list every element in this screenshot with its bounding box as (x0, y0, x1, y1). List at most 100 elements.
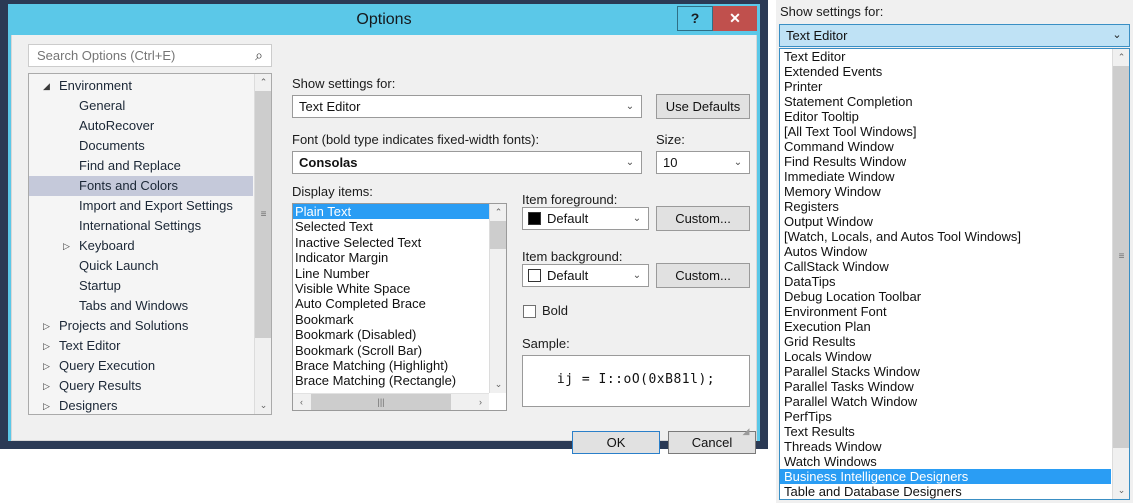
tree-item[interactable]: Quick Launch (29, 256, 253, 276)
display-items-vertical-scrollbar[interactable]: ⌃ ⌄ (489, 204, 506, 393)
tree-scroll-down-icon[interactable]: ⌄ (255, 397, 271, 414)
resize-grip-icon[interactable]: ◢ (740, 425, 752, 437)
hscroll-left-icon[interactable]: ‹ (293, 394, 310, 410)
right-scroll-down-icon[interactable]: ⌄ (1113, 482, 1129, 499)
right-dropdown-item[interactable]: Statement Completion (780, 94, 1111, 109)
display-item-row[interactable]: Brace Matching (Highlight) (293, 358, 489, 373)
expand-arrow-closed-icon[interactable]: ▷ (63, 236, 75, 256)
right-dropdown-item[interactable]: Execution Plan (780, 319, 1111, 334)
item-background-custom-button[interactable]: Custom... (656, 263, 750, 288)
right-dropdown-item[interactable]: Grid Results (780, 334, 1111, 349)
display-item-row[interactable]: Line Number (293, 266, 489, 281)
tree-vertical-scrollbar[interactable]: ⌃ ≡ ⌄ (254, 74, 271, 414)
expand-arrow-closed-icon[interactable]: ▷ (43, 396, 55, 414)
expand-arrow-closed-icon[interactable]: ▷ (43, 376, 55, 396)
tree-item[interactable]: Tabs and Windows (29, 296, 253, 316)
right-dropdown-list[interactable]: Text Editor Extended Events Printer Stateme… (779, 48, 1130, 500)
right-dropdown-item[interactable]: DataTips (780, 274, 1111, 289)
display-item-row[interactable]: Auto Completed Brace (293, 296, 489, 311)
display-item-row[interactable]: Brace Matching (Rectangle) (293, 373, 489, 388)
right-dropdown-item[interactable]: CallStack Window (780, 259, 1111, 274)
right-dropdown-item[interactable]: Autos Window (780, 244, 1111, 259)
right-dropdown-item[interactable]: Parallel Stacks Window (780, 364, 1111, 379)
right-dropdown-item[interactable]: Editor Tooltip (780, 109, 1111, 124)
hscroll-thumb[interactable]: ||| (311, 394, 451, 410)
expand-arrow-closed-icon[interactable]: ▷ (43, 356, 55, 376)
hscroll-right-icon[interactable]: › (472, 394, 489, 410)
right-dropdown-item[interactable]: PerfTips (780, 409, 1111, 424)
right-dropdown-item[interactable]: Text Results (780, 424, 1111, 439)
item-background-combobox[interactable]: Default ⌄ (522, 264, 649, 287)
display-items-listbox[interactable]: Plain Text Selected Text Inactive Selected… (292, 203, 507, 411)
right-dropdown-item[interactable]: Printer (780, 79, 1111, 94)
show-settings-for-combobox[interactable]: Text Editor ⌄ (292, 95, 642, 118)
right-dropdown-item[interactable]: Environment Font (780, 304, 1111, 319)
right-dropdown-item[interactable]: [Watch, Locals, and Autos Tool Windows] (780, 229, 1111, 244)
right-dropdown-item[interactable]: Debug Location Toolbar (780, 289, 1111, 304)
right-dropdown-item[interactable]: Text Editor (780, 49, 1111, 64)
right-scroll-thumb[interactable]: ≡ (1113, 66, 1129, 448)
tree-item[interactable]: ▷ Query Results (29, 376, 253, 396)
right-dropdown-scrollbar[interactable]: ⌃ ≡ ⌄ (1112, 49, 1129, 499)
right-dropdown-item[interactable]: Table and Database Designers (780, 484, 1111, 499)
display-item-row[interactable]: Bookmark (Scroll Bar) (293, 343, 489, 358)
right-dropdown-item[interactable]: Threads Window (780, 439, 1111, 454)
display-item-row[interactable]: Bookmark (Disabled) (293, 327, 489, 342)
tree-scroll-thumb[interactable]: ≡ (255, 91, 271, 338)
tree-item[interactable]: AutoRecover (29, 116, 253, 136)
size-combobox[interactable]: 10 ⌄ (656, 151, 750, 174)
right-dropdown-item[interactable]: Find Results Window (780, 154, 1111, 169)
right-show-settings-combobox[interactable]: Text Editor ⌄ (779, 24, 1130, 47)
use-defaults-button[interactable]: Use Defaults (656, 94, 750, 119)
display-items-scroll-thumb[interactable] (490, 221, 506, 249)
tree-item[interactable]: Startup (29, 276, 253, 296)
right-dropdown-item[interactable]: Output Window (780, 214, 1111, 229)
tree-item[interactable]: ▷ Designers (29, 396, 253, 414)
right-dropdown-item[interactable]: Watch Windows (780, 454, 1111, 469)
expand-arrow-open-icon[interactable]: ◢ (43, 76, 55, 96)
right-dropdown-item[interactable]: Parallel Watch Window (780, 394, 1111, 409)
tree-item[interactable]: ▷ Projects and Solutions (29, 316, 253, 336)
tree-item[interactable]: Fonts and Colors (29, 176, 253, 196)
help-button[interactable]: ? (677, 6, 713, 31)
right-dropdown-item[interactable]: Registers (780, 199, 1111, 214)
tree-item[interactable]: General (29, 96, 253, 116)
expand-arrow-closed-icon[interactable]: ▷ (43, 336, 55, 356)
search-input[interactable] (35, 45, 247, 66)
options-tree[interactable]: ◢ Environment General AutoRecover Documents F… (28, 73, 272, 415)
display-items-horizontal-scrollbar[interactable]: ‹ ||| › (293, 393, 489, 410)
expand-arrow-closed-icon[interactable]: ▷ (43, 316, 55, 336)
tree-item[interactable]: ◢ Environment (29, 76, 253, 96)
display-item-row[interactable]: Visible White Space (293, 281, 489, 296)
tree-item[interactable]: International Settings (29, 216, 253, 236)
close-button[interactable]: ✕ (713, 6, 757, 31)
right-dropdown-item[interactable]: [All Text Tool Windows] (780, 124, 1111, 139)
tree-item[interactable]: Import and Export Settings (29, 196, 253, 216)
font-combobox[interactable]: Consolas ⌄ (292, 151, 642, 174)
right-dropdown-item[interactable]: Business Intelligence Designers (780, 469, 1111, 484)
right-dropdown-item[interactable]: Memory Window (780, 184, 1111, 199)
right-dropdown-item[interactable]: Immediate Window (780, 169, 1111, 184)
display-item-row[interactable]: Selected Text (293, 219, 489, 234)
right-dropdown-item[interactable]: Locals Window (780, 349, 1111, 364)
right-scroll-up-icon[interactable]: ⌃ (1113, 49, 1129, 66)
item-foreground-combobox[interactable]: Default ⌄ (522, 207, 649, 230)
right-dropdown-item[interactable]: Command Window (780, 139, 1111, 154)
tree-item[interactable]: ▷ Query Execution (29, 356, 253, 376)
item-foreground-custom-button[interactable]: Custom... (656, 206, 750, 231)
right-dropdown-item[interactable]: Parallel Tasks Window (780, 379, 1111, 394)
tree-item[interactable]: Find and Replace (29, 156, 253, 176)
display-item-row[interactable]: Inactive Selected Text (293, 235, 489, 250)
search-box[interactable]: ⌕ (28, 44, 272, 67)
display-item-row[interactable]: Indicator Margin (293, 250, 489, 265)
bold-checkbox[interactable] (523, 305, 536, 318)
ok-button[interactable]: OK (572, 431, 660, 454)
right-dropdown-item[interactable]: Extended Events (780, 64, 1111, 79)
display-items-scroll-up-icon[interactable]: ⌃ (490, 204, 506, 221)
tree-scroll-up-icon[interactable]: ⌃ (255, 74, 271, 91)
display-item-row[interactable]: Plain Text (293, 204, 489, 220)
tree-item[interactable]: ▷ Text Editor (29, 336, 253, 356)
tree-item[interactable]: ▷ Keyboard (29, 236, 253, 256)
tree-item[interactable]: Documents (29, 136, 253, 156)
display-items-scroll-down-icon[interactable]: ⌄ (490, 376, 506, 393)
